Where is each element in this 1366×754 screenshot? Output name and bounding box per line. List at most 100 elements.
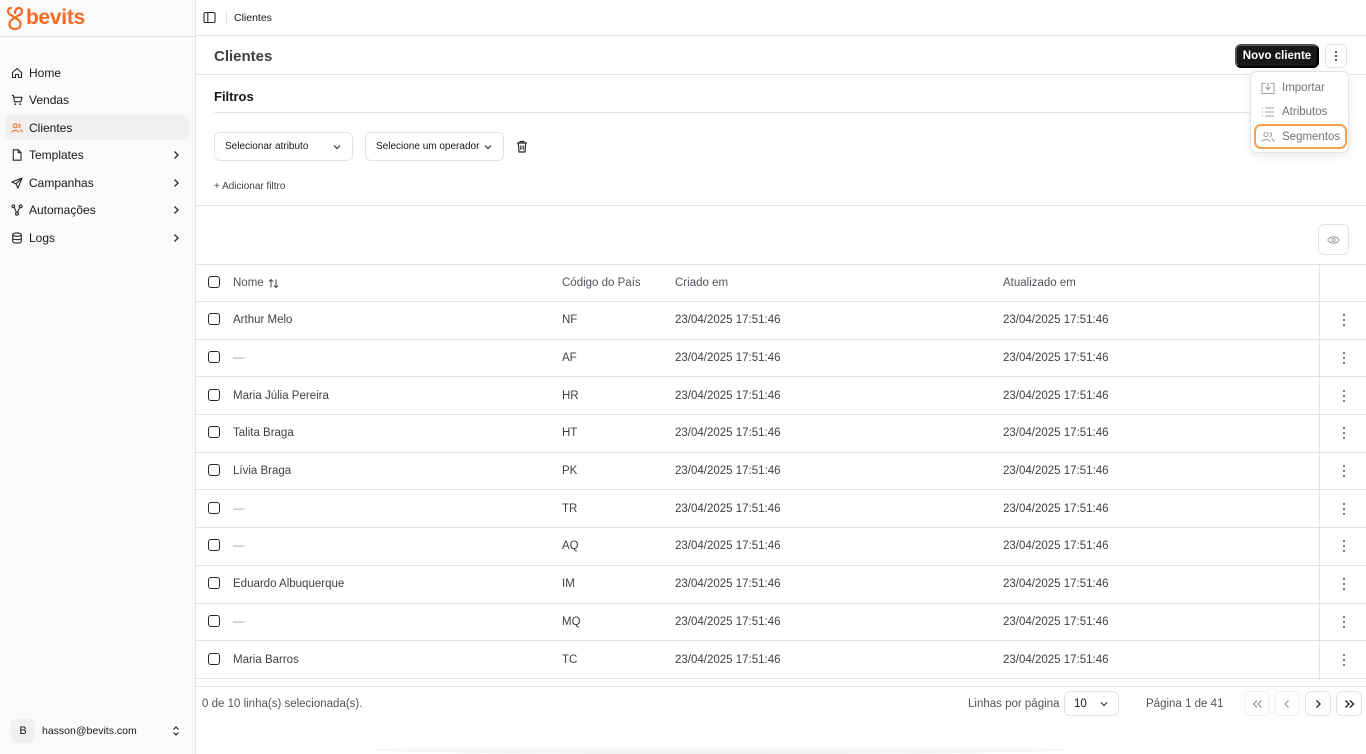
row-actions-button[interactable] bbox=[1342, 352, 1345, 365]
cell-created: 23/04/2025 17:51:46 bbox=[675, 578, 781, 591]
chevrons-up-down-icon bbox=[171, 725, 181, 737]
last-page-button[interactable] bbox=[1336, 691, 1362, 716]
rows-per-page-select[interactable]: 10 bbox=[1064, 691, 1119, 716]
previous-page-button[interactable] bbox=[1274, 691, 1300, 716]
row-checkbox[interactable] bbox=[208, 614, 220, 627]
chevron-right-icon bbox=[171, 205, 183, 215]
attribute-select[interactable]: Selecionar atributo bbox=[214, 132, 353, 161]
table-header-row: Nome Código do País Criado em Atualizado… bbox=[196, 264, 1366, 302]
menu-item-atributos[interactable]: Atributos bbox=[1255, 101, 1346, 123]
select-all-checkbox[interactable] bbox=[208, 276, 220, 288]
row-actions-button[interactable] bbox=[1342, 540, 1345, 553]
row-checkbox[interactable] bbox=[208, 388, 220, 401]
clients-table: Nome Código do País Criado em Atualizado… bbox=[196, 264, 1366, 679]
cell-country: AF bbox=[562, 352, 577, 365]
table-row[interactable]: — AF 23/04/2025 17:51:46 23/04/2025 17:51:4… bbox=[196, 340, 1366, 378]
table-row[interactable]: Talita Braga HT 23/04/2025 17:51:46 23/04/2… bbox=[196, 415, 1366, 453]
filters-divider bbox=[214, 112, 1350, 113]
filters-title: Filtros bbox=[214, 89, 254, 104]
table-row[interactable]: Arthur Melo NF 23/04/2025 17:51:46 23/04/20… bbox=[196, 302, 1366, 340]
cell-country: MQ bbox=[562, 615, 581, 628]
chevrons-left-icon bbox=[1252, 699, 1262, 708]
row-checkbox[interactable] bbox=[208, 313, 220, 326]
column-visibility-button[interactable] bbox=[1318, 224, 1349, 255]
rows-per-page-value: 10 bbox=[1074, 697, 1087, 710]
cell-name: Arthur Melo bbox=[233, 314, 293, 327]
table-footer: 0 de 10 linha(s) selecionada(s). Linhas … bbox=[196, 686, 1366, 722]
user-email: hasson@bevits.com bbox=[42, 725, 137, 737]
send-icon bbox=[11, 177, 23, 189]
row-actions-button[interactable] bbox=[1342, 389, 1345, 402]
first-page-button[interactable] bbox=[1244, 691, 1270, 716]
cell-country: IM bbox=[562, 578, 575, 591]
row-checkbox[interactable] bbox=[208, 577, 220, 590]
sidebar-toggle-button[interactable] bbox=[199, 8, 219, 28]
sidebar-item-label: Vendas bbox=[29, 93, 70, 108]
breadcrumb[interactable]: Clientes bbox=[234, 12, 272, 24]
panel-left-icon bbox=[202, 11, 216, 24]
sidebar-item-vendas[interactable]: Vendas bbox=[5, 88, 189, 113]
cell-updated: 23/04/2025 17:51:46 bbox=[1003, 427, 1109, 440]
row-checkbox[interactable] bbox=[208, 351, 220, 364]
next-page-button[interactable] bbox=[1305, 691, 1331, 716]
cell-name: Lívia Braga bbox=[233, 465, 292, 478]
row-actions-button[interactable] bbox=[1342, 502, 1345, 515]
row-checkbox[interactable] bbox=[208, 426, 220, 439]
menu-item-label: Segmentos bbox=[1282, 130, 1341, 143]
home-icon bbox=[11, 67, 23, 79]
cell-created: 23/04/2025 17:51:46 bbox=[675, 389, 781, 402]
database-icon bbox=[11, 232, 23, 244]
sidebar-item-automacoes[interactable]: Automações bbox=[5, 198, 189, 223]
cell-updated: 23/04/2025 17:51:46 bbox=[1003, 615, 1109, 628]
table-row[interactable]: — AQ 23/04/2025 17:51:46 23/04/2025 17:51:4… bbox=[196, 528, 1366, 566]
more-options-button[interactable] bbox=[1325, 44, 1347, 68]
row-actions-button[interactable] bbox=[1342, 465, 1345, 478]
menu-item-segmentos[interactable]: Segmentos bbox=[1254, 124, 1347, 149]
table-row[interactable]: — MQ 23/04/2025 17:51:46 23/04/2025 17:51:4… bbox=[196, 604, 1366, 642]
sidebar-item-home[interactable]: Home bbox=[5, 60, 189, 85]
cell-country: TC bbox=[562, 653, 578, 666]
new-client-button[interactable]: Novo cliente bbox=[1235, 44, 1319, 68]
cell-name: Eduardo Albuquerque bbox=[233, 578, 345, 591]
column-header-created: Criado em bbox=[675, 277, 729, 289]
operator-select[interactable]: Selecione um operador bbox=[365, 132, 504, 161]
actions-column-divider bbox=[1319, 264, 1320, 680]
table-row[interactable]: Maria Júlia Pereira HR 23/04/2025 17:51:46… bbox=[196, 377, 1366, 416]
row-checkbox[interactable] bbox=[208, 464, 220, 477]
sidebar-item-logs[interactable]: Logs bbox=[5, 226, 189, 251]
row-actions-button[interactable] bbox=[1342, 427, 1345, 440]
cell-country: NF bbox=[562, 314, 578, 327]
row-actions-button[interactable] bbox=[1342, 615, 1345, 628]
column-header-country: Código do País bbox=[562, 277, 641, 289]
logo[interactable]: bevits bbox=[6, 4, 85, 32]
sidebar-item-campanhas[interactable]: Campanhas bbox=[5, 170, 189, 195]
table-row[interactable]: — TR 23/04/2025 17:51:46 23/04/2025 17:51:4… bbox=[196, 490, 1366, 529]
add-filter-button[interactable]: + Adicionar filtro bbox=[214, 181, 285, 192]
cell-created: 23/04/2025 17:51:46 bbox=[675, 615, 781, 628]
cell-name: — bbox=[233, 502, 245, 515]
row-actions-button[interactable] bbox=[1342, 653, 1345, 666]
table-row[interactable]: Maria Barros TC 23/04/2025 17:51:46 23/04/2… bbox=[196, 641, 1366, 679]
table-row[interactable]: Lívia Braga PK 23/04/2025 17:51:46 23/04/20… bbox=[196, 453, 1366, 491]
remove-filter-button[interactable] bbox=[514, 139, 529, 154]
chevron-right-icon bbox=[1316, 699, 1321, 708]
menu-item-label: Atributos bbox=[1282, 106, 1328, 118]
sidebar-nav: Home Vendas Clientes Templates Campanhas… bbox=[5, 60, 189, 253]
user-menu[interactable]: B hasson@bevits.com bbox=[5, 716, 189, 746]
sidebar-item-templates[interactable]: Templates bbox=[5, 143, 189, 168]
menu-item-label: Importar bbox=[1282, 82, 1325, 94]
row-actions-button[interactable] bbox=[1342, 314, 1345, 327]
row-actions-button[interactable] bbox=[1342, 578, 1345, 591]
trash-icon bbox=[516, 140, 527, 153]
row-checkbox[interactable] bbox=[208, 539, 220, 552]
table-row[interactable]: Eduardo Albuquerque IM 23/04/2025 17:51:46… bbox=[196, 566, 1366, 604]
topbar-separator bbox=[226, 10, 227, 25]
cell-created: 23/04/2025 17:51:46 bbox=[675, 352, 781, 365]
row-checkbox[interactable] bbox=[208, 652, 220, 665]
row-checkbox[interactable] bbox=[208, 501, 220, 514]
cell-name: Maria Júlia Pereira bbox=[233, 389, 329, 402]
menu-item-importar[interactable]: Importar bbox=[1255, 77, 1346, 99]
cell-created: 23/04/2025 17:51:46 bbox=[675, 465, 781, 478]
sidebar-item-clientes[interactable]: Clientes bbox=[5, 115, 189, 141]
column-header-name[interactable]: Nome bbox=[233, 277, 279, 289]
